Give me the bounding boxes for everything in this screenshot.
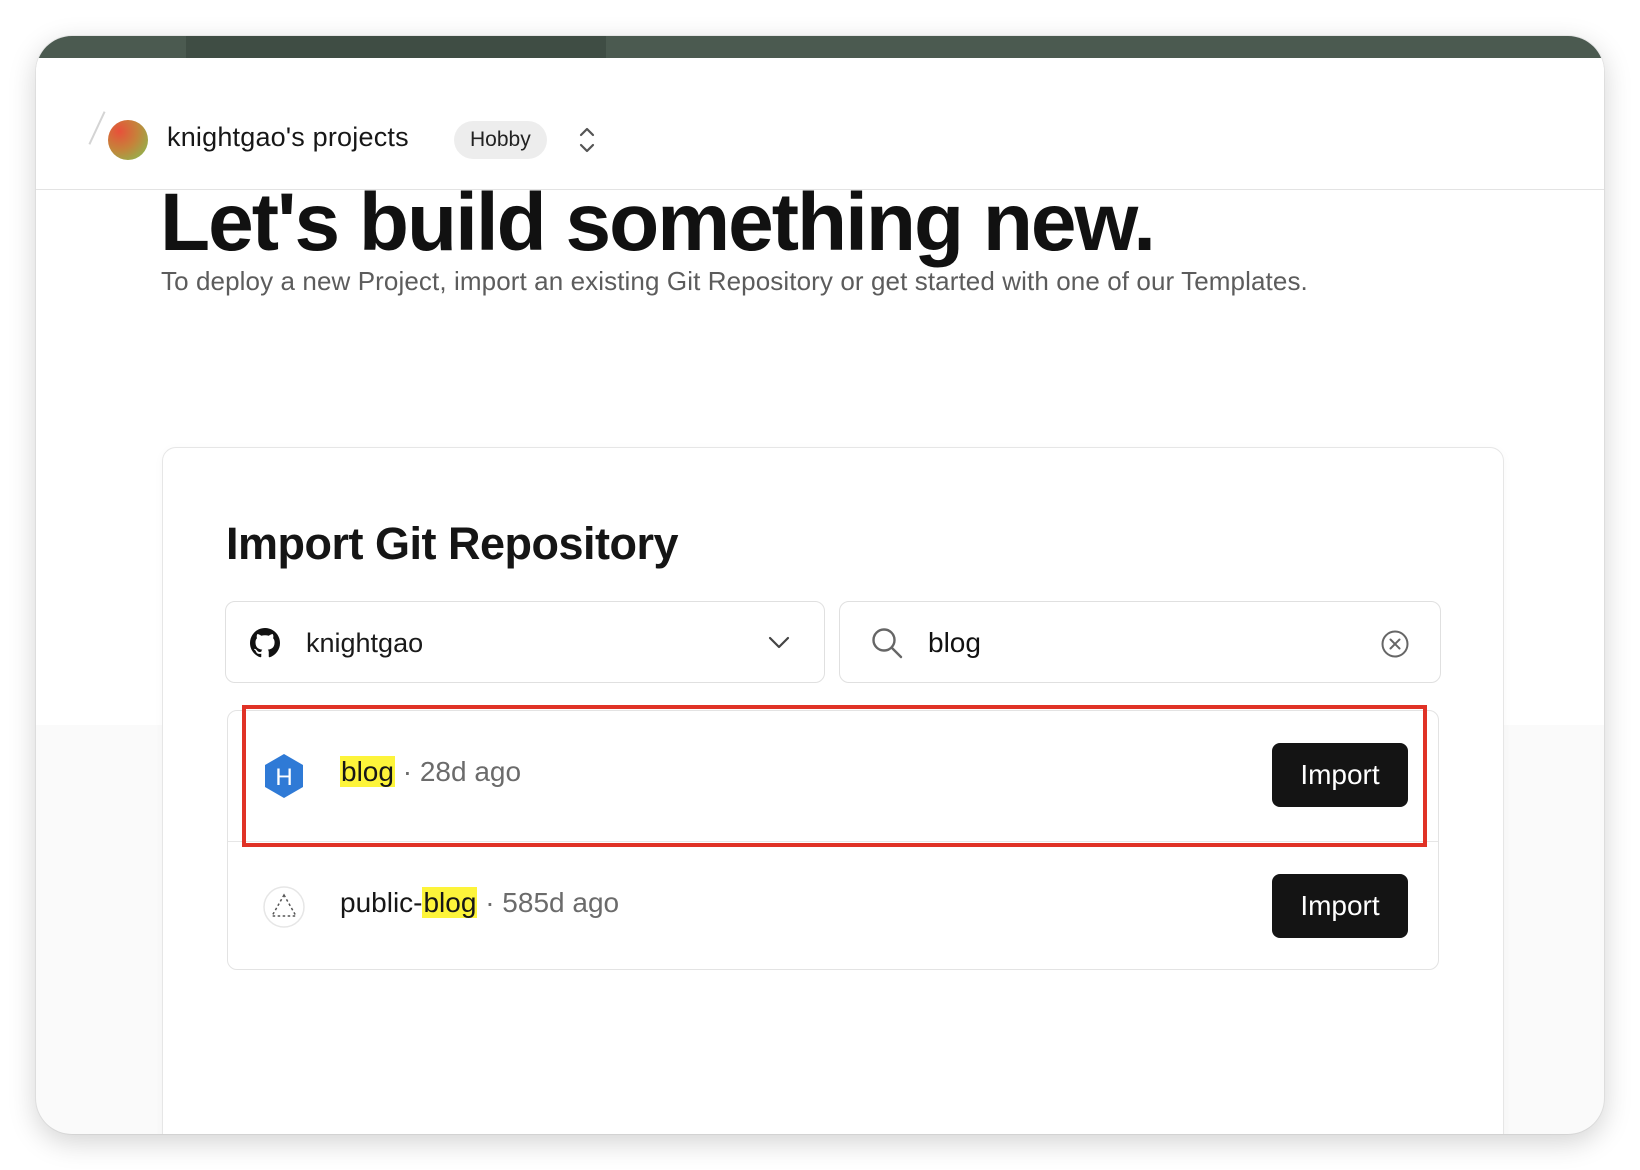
- repo-name-match: blog: [422, 887, 478, 918]
- browser-window: knightgao's projects Hobby Let's build s…: [36, 36, 1604, 1134]
- repo-search-box[interactable]: [839, 601, 1441, 683]
- import-git-repository-card: Import Git Repository knightgao blog H b…: [162, 447, 1504, 1134]
- repo-name[interactable]: public-blog · 585d ago: [340, 887, 619, 919]
- chevron-up-down-icon[interactable]: [576, 124, 598, 156]
- window-top-strip: [36, 36, 1604, 58]
- top-header: knightgao's projects Hobby: [36, 58, 1604, 190]
- svg-text:H: H: [275, 764, 292, 791]
- repo-name[interactable]: blog · 28d ago: [340, 756, 521, 788]
- repo-name-match: blog: [340, 756, 395, 787]
- repository-list: H blog · 28d ago Import public-blog · 58…: [227, 710, 1439, 970]
- repo-updated-time: · 28d ago: [394, 756, 522, 787]
- page-subtitle: To deploy a new Project, import an exist…: [161, 266, 1308, 296]
- import-button[interactable]: Import: [1272, 743, 1408, 807]
- repository-row: public-blog · 585d ago Import: [228, 841, 1438, 971]
- git-account-name: knightgao: [306, 628, 424, 658]
- import-button[interactable]: Import: [1272, 874, 1408, 938]
- search-icon: [872, 628, 903, 659]
- placeholder-triangle-icon: [263, 886, 305, 928]
- git-account-select[interactable]: knightgao: [225, 601, 825, 683]
- chevron-down-icon: [768, 636, 790, 649]
- repo-updated-time: · 585d ago: [477, 887, 620, 918]
- repo-name-prefix: public-: [340, 887, 423, 918]
- team-name[interactable]: knightgao's projects: [167, 122, 409, 153]
- team-avatar[interactable]: [108, 120, 148, 160]
- clear-search-icon[interactable]: [1380, 629, 1410, 659]
- github-icon: [250, 628, 280, 658]
- repo-search-input[interactable]: [928, 620, 1348, 666]
- plan-badge: Hobby: [454, 121, 547, 159]
- card-title: Import Git Repository: [226, 518, 679, 569]
- page-title: Let's build something new.: [160, 177, 1156, 268]
- repository-row: H blog · 28d ago Import: [228, 711, 1438, 841]
- breadcrumb-separator: [88, 111, 106, 145]
- hexo-icon: H: [265, 754, 303, 798]
